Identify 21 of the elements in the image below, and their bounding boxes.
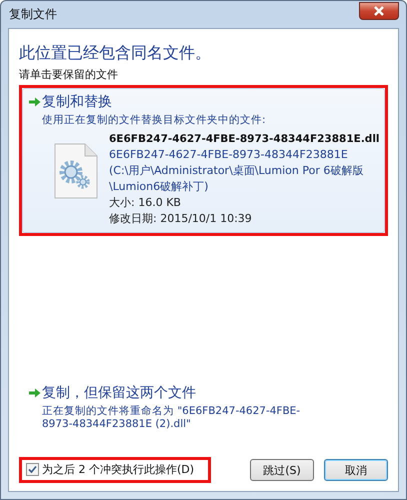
file-name: 6E6FB247-4627-4FBE-8973-48344F23881E.dll <box>109 132 380 147</box>
option-title: 复制，但保留这两个文件 <box>42 384 196 402</box>
option-card[interactable]: 复制和替换 使用正在复制的文件替换目标文件夹中的文件: 6E6FB247-4627-4FBE-8973-48344F23881E.dll 6E6FB247-4627-4FBE-8973-48344F23881E (C:\用户\Administrator\桌面\Lumion Por 6破解版\Lumion6破解补丁) 大小: 16.0 KB 修改日期: 2015/10/1 10:39 <box>22 88 385 233</box>
arrow-icon <box>29 97 41 107</box>
option-description: 使用正在复制的文件替换目标文件夹中的文件: <box>41 113 267 127</box>
cancel-button[interactable]: 取消 <box>324 459 388 481</box>
file-path: 6E6FB247-4627-4FBE-8973-48344F23881E (C:\用户\Administrator\桌面\Lumion Por 6破解版\Lumion6破解补丁) <box>109 147 364 195</box>
arrow-icon <box>29 388 41 398</box>
close-button[interactable] <box>359 2 399 20</box>
dialog-heading: 此位置已经包含同名文件。 <box>19 43 212 64</box>
option-description: 正在复制的文件将重命名为 "6E6FB247-4627-4FBE-8973-48344F23881E (2).dll" <box>41 404 302 430</box>
skip-button[interactable]: 跳过(S) <box>250 459 314 481</box>
apply-all-checkbox[interactable]: 为之后 2 个冲突执行此操作(D) <box>26 462 194 477</box>
option-card[interactable]: 复制，但保留这两个文件 正在复制的文件将重命名为 "6E6FB247-4627-4FBE-8973-48344F23881E (2).dll" <box>22 379 385 436</box>
close-icon <box>373 6 385 16</box>
modified-date: 修改日期: 2015/10/1 10:39 <box>109 211 253 227</box>
file-size: 大小: 16.0 KB <box>109 195 182 211</box>
option-title: 复制和替换 <box>42 93 112 111</box>
instruction-text: 请单击要保留的文件 <box>19 67 119 82</box>
window-title: 复制文件 <box>8 6 57 23</box>
check-icon <box>28 465 37 474</box>
